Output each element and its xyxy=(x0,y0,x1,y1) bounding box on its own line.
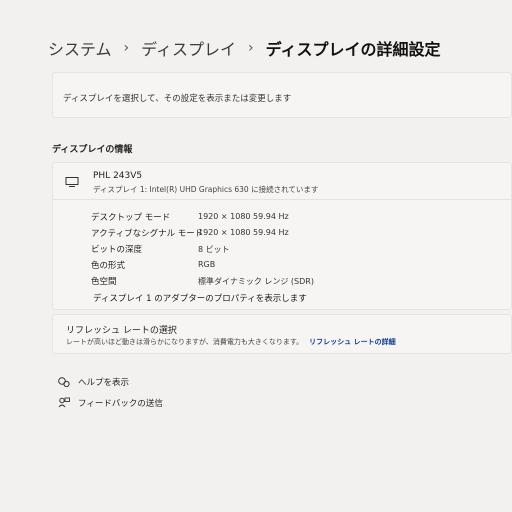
refresh-rate-title: リフレッシュ レートの選択 xyxy=(66,326,177,336)
refresh-rate-details-link[interactable]: リフレッシュ レートの詳細 xyxy=(309,338,395,346)
display-select-card[interactable]: ディスプレイを選択して、その設定を表示または変更します xyxy=(52,72,512,118)
adapter-properties-link[interactable]: ディスプレイ 1 のアダプターのプロパティを表示します xyxy=(93,292,307,304)
prop-label-desktop-mode: デスクトップ モード xyxy=(91,213,171,223)
monitor-name: PHL 243V5 xyxy=(93,171,143,181)
divider xyxy=(53,199,511,200)
prop-label-color-space: 色空間 xyxy=(91,277,117,287)
prop-label-color-format: 色の形式 xyxy=(91,261,126,271)
prop-value-color-space: 標準ダイナミック レンジ (SDR) xyxy=(198,277,314,286)
help-label: ヘルプを表示 xyxy=(78,378,130,388)
breadcrumb-display[interactable]: ディスプレイ xyxy=(141,36,236,60)
prop-label-active-signal: アクティブなシグナル モード xyxy=(91,229,204,239)
refresh-rate-description: レートが高いほど動きは滑らかになりますが、消費電力も大きくなります。 リフレッシュ… xyxy=(66,337,396,347)
feedback-link[interactable]: フィードバックの送信 xyxy=(58,397,163,409)
monitor-connection: ディスプレイ 1: Intel(R) UHD Graphics 630 に接続さ… xyxy=(93,185,319,194)
prop-value-desktop-mode: 1920 × 1080 59.94 Hz xyxy=(198,212,289,221)
prop-label-bit-depth: ビットの深度 xyxy=(91,245,143,255)
prop-value-active-signal: 1920 × 1080 59.94 Hz xyxy=(198,228,289,237)
breadcrumb-system[interactable]: システム xyxy=(48,36,112,60)
breadcrumb: システム › ディスプレイ › ディスプレイの詳細設定 xyxy=(48,36,441,60)
display-select-description: ディスプレイを選択して、その設定を表示または変更します xyxy=(63,94,292,104)
chevron-right-icon: › xyxy=(123,40,130,56)
monitor-icon xyxy=(65,177,79,187)
help-link[interactable]: ヘルプを表示 xyxy=(58,376,129,388)
prop-value-color-format: RGB xyxy=(198,260,216,269)
display-info-card: PHL 243V5 ディスプレイ 1: Intel(R) UHD Graphic… xyxy=(52,162,512,310)
prop-value-bit-depth: 8 ビット xyxy=(198,245,230,254)
help-icon xyxy=(58,377,70,388)
feedback-icon xyxy=(58,397,70,408)
chevron-right-icon: › xyxy=(248,40,254,56)
refresh-rate-description-text: レートが高いほど動きは滑らかになりますが、消費電力も大きくなります。 xyxy=(66,338,304,346)
page-title: ディスプレイの詳細設定 xyxy=(265,40,441,59)
feedback-label: フィードバックの送信 xyxy=(78,399,163,409)
display-info-heading: ディスプレイの情報 xyxy=(52,145,133,155)
refresh-rate-card: リフレッシュ レートの選択 レートが高いほど動きは滑らかになりますが、消費電力も… xyxy=(52,314,512,354)
